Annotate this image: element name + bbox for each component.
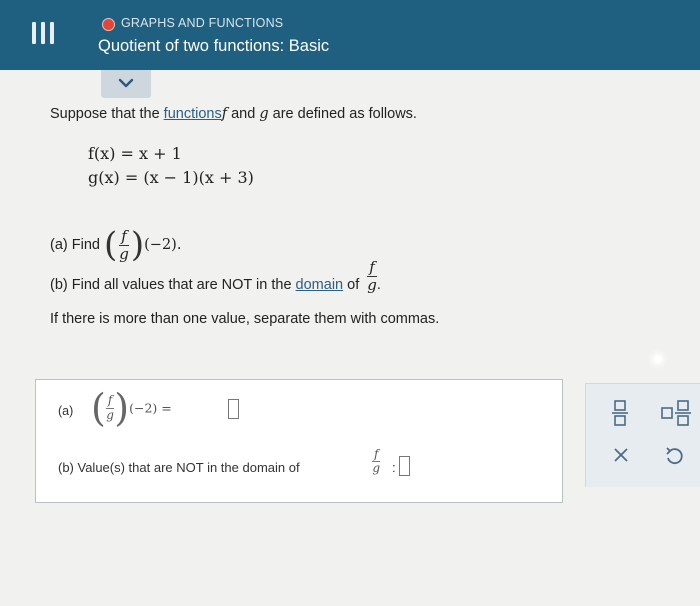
math-toolbar (585, 383, 700, 487)
left-paren: ( (91, 386, 106, 430)
fraction-denominator: g (367, 275, 377, 294)
part-a-argument: (−2). (144, 237, 182, 253)
answer-b-label: (b) Value(s) that are NOT in the domain … (58, 460, 300, 475)
screen-glare (654, 355, 662, 363)
page-title: Quotient of two functions: Basic (98, 37, 330, 55)
topic-label: GRAPHS AND FUNCTIONS (121, 16, 284, 30)
fraction-numerator: f (121, 227, 127, 245)
answer-b-input[interactable] (399, 456, 410, 476)
f-over-g-fraction: fg (367, 259, 377, 293)
top-header: GRAPHS AND FUNCTIONS Quotient of two fun… (0, 0, 700, 70)
part-b-after: of (343, 277, 360, 293)
mixed-number-button[interactable] (661, 398, 693, 428)
undo-icon (666, 447, 683, 465)
fraction-denominator: g (372, 461, 381, 476)
functions-link[interactable]: functions (164, 106, 222, 122)
mixed-number-icon (661, 400, 691, 426)
fraction-icon (612, 400, 628, 426)
part-b-text: (b) Find all values that are NOT in the (50, 277, 296, 293)
part-a-prompt: (a) Find (f g)(−2). (50, 225, 181, 265)
right-paren: ) (130, 225, 145, 265)
domain-link[interactable]: domain (296, 277, 344, 293)
intro-after: are defined as follows. (268, 106, 417, 122)
answer-a-argument: (−2) = (129, 400, 172, 416)
f-definition: f(x) = x + 1 (88, 144, 182, 163)
clear-icon (614, 448, 628, 462)
chevron-down-icon (118, 78, 134, 88)
undo-button[interactable] (664, 446, 684, 466)
intro-and: and (227, 106, 260, 122)
fraction-denominator: g (106, 407, 114, 422)
g-symbol: g (259, 106, 269, 122)
f-over-g-fraction: fg (372, 447, 381, 476)
answer-a-expression: (f g)(−2) = (91, 386, 172, 430)
answer-b-colon: : (392, 460, 396, 475)
intro-text: Suppose that the (50, 106, 164, 122)
menu-button[interactable] (28, 22, 58, 48)
fraction-numerator: f (107, 393, 113, 408)
part-b-prompt: (b) Find all values that are NOT in the … (50, 258, 381, 294)
g-definition: g(x) = (x − 1)(x + 3) (88, 168, 254, 187)
fraction-numerator: f (374, 447, 379, 461)
f-over-g-fraction: fg (119, 228, 129, 262)
fraction-numerator: f (369, 258, 375, 277)
fraction-denominator: g (119, 244, 129, 263)
part-a-label: (a) Find (50, 236, 100, 253)
f-over-g-fraction: fg (105, 393, 115, 422)
menu-bar-icon (41, 22, 45, 44)
menu-bar-icon (50, 22, 54, 44)
topic-status-dot (102, 18, 115, 31)
clear-button[interactable] (612, 446, 630, 464)
right-paren: ) (114, 386, 130, 430)
question-intro: Suppose that the functionsf and g are de… (50, 106, 417, 122)
menu-bar-icon (32, 22, 36, 44)
instructions: If there is more than one value, separat… (50, 311, 440, 327)
answer-a-label: (a) (58, 404, 74, 418)
answer-a-input[interactable] (228, 399, 239, 419)
collapse-toggle-button[interactable] (101, 70, 151, 98)
left-paren: ( (104, 225, 118, 265)
answer-panel: (a) (f g)(−2) = (b) Value(s) that are NOT… (35, 379, 563, 503)
fraction-button[interactable] (610, 398, 630, 428)
